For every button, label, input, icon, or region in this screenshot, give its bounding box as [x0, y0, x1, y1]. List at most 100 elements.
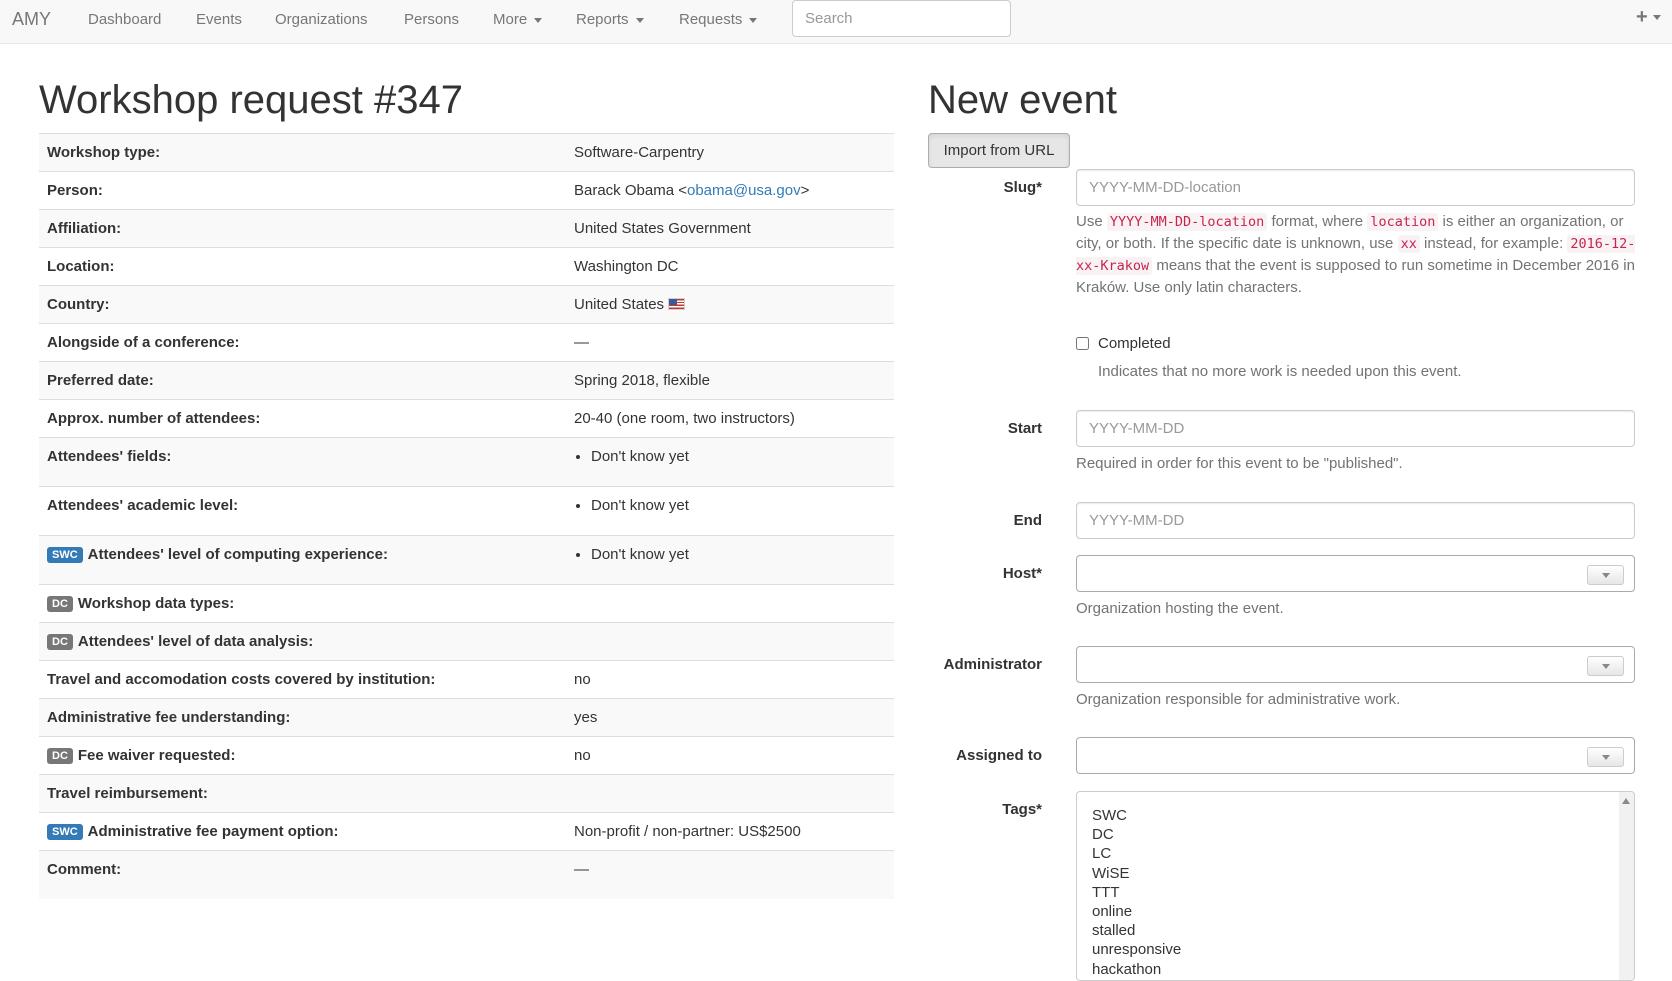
nav-more-label: More	[493, 11, 528, 28]
completed-help-text: Indicates that no more work is needed up…	[1098, 363, 1462, 380]
tags-scrollbar[interactable]	[1619, 792, 1634, 980]
nav-dashboard[interactable]: Dashboard	[88, 11, 161, 28]
row-label: Country:	[39, 285, 566, 324]
slug-help-text: Use YYYY-MM-DD-location format, where lo…	[1076, 211, 1636, 299]
tag-option-hackathon[interactable]: hackathon	[1092, 960, 1634, 979]
start-date-input[interactable]	[1076, 410, 1635, 447]
tags-multiselect[interactable]: SWC DC LC WiSE TTT online stalled unresp…	[1076, 791, 1635, 981]
us-flag-icon	[668, 298, 686, 310]
slug-input[interactable]	[1076, 169, 1635, 206]
administrator-label: Administrator	[943, 656, 1042, 673]
tag-option-lc[interactable]: LC	[1092, 844, 1634, 863]
row-value: 20-40 (one room, two instructors)	[566, 399, 894, 438]
country-name: United States	[574, 296, 665, 313]
nav-persons[interactable]: Persons	[404, 11, 459, 28]
row-label: Travel reimbursement:	[39, 774, 566, 813]
nav-more-dropdown[interactable]: More	[493, 11, 543, 28]
tag-option-wise[interactable]: WiSE	[1092, 864, 1634, 883]
list-item: Don't know yet	[591, 448, 886, 465]
row-value: no	[566, 736, 894, 775]
table-row: DC Workshop data types:	[39, 584, 894, 623]
help-text: format, where	[1267, 213, 1368, 230]
request-details-table: Workshop type: Software-Carpentry Person…	[39, 133, 894, 899]
nav-requests-dropdown[interactable]: Requests	[679, 11, 758, 28]
row-label: Workshop type:	[39, 133, 566, 172]
row-value: Don't know yet	[566, 486, 894, 536]
caret-down-icon	[534, 17, 543, 23]
dc-badge: DC	[47, 596, 73, 612]
completed-checkbox[interactable]	[1076, 337, 1089, 350]
row-label: Alongside of a conference:	[39, 323, 566, 362]
chevron-down-icon[interactable]	[1587, 565, 1624, 585]
row-label-text: Fee waiver requested:	[77, 747, 236, 764]
search-input[interactable]	[792, 0, 1011, 37]
row-value: Don't know yet	[566, 535, 894, 585]
dc-badge: DC	[47, 634, 73, 650]
row-value	[566, 622, 894, 661]
row-value	[566, 584, 894, 623]
assigned-to-label: Assigned to	[956, 747, 1042, 764]
row-label-text: Attendees' level of computing experience…	[87, 546, 388, 563]
nav-organizations[interactable]: Organizations	[275, 11, 368, 28]
tag-option-unresponsive[interactable]: unresponsive	[1092, 940, 1634, 959]
person-email-link[interactable]: obama@usa.gov	[687, 182, 801, 199]
administrator-help-text: Organization responsible for administrat…	[1076, 691, 1401, 708]
row-label: DC Attendees' level of data analysis:	[39, 622, 566, 661]
row-value: Barack Obama <obama@usa.gov>	[566, 171, 894, 210]
row-label: Person:	[39, 171, 566, 210]
row-label-text: Attendees' level of data analysis:	[77, 633, 314, 650]
nav-reports-label: Reports	[576, 11, 629, 28]
help-text: instead, for example:	[1419, 235, 1568, 252]
table-row: SWC Administrative fee payment option: No…	[39, 812, 894, 851]
code-location: location	[1367, 213, 1439, 231]
row-label: Affiliation:	[39, 209, 566, 248]
plus-icon: +	[1636, 6, 1648, 28]
table-row: Location: Washington DC	[39, 247, 894, 286]
row-value: United States	[566, 285, 894, 324]
row-label: Comment:	[39, 850, 566, 899]
caret-down-icon	[749, 17, 758, 23]
help-text: means that the event is supposed to run …	[1076, 257, 1635, 296]
row-label: Administrative fee understanding:	[39, 698, 566, 737]
tags-options: SWC DC LC WiSE TTT online stalled unresp…	[1077, 792, 1634, 979]
assigned-to-select[interactable]	[1076, 737, 1635, 774]
row-label-text: Administrative fee payment option:	[87, 823, 339, 840]
add-menu-dropdown[interactable]: +	[1636, 6, 1661, 29]
completed-label[interactable]: Completed	[1098, 335, 1171, 352]
table-row: Person: Barack Obama <obama@usa.gov>	[39, 171, 894, 210]
import-from-url-button[interactable]: Import from URL	[928, 133, 1070, 168]
table-row: Workshop type: Software-Carpentry	[39, 133, 894, 172]
tag-option-stalled[interactable]: stalled	[1092, 921, 1634, 940]
start-label: Start	[1007, 420, 1042, 437]
row-label: Travel and accomodation costs covered by…	[39, 660, 566, 699]
table-row: Comment: —	[39, 850, 894, 899]
row-value: —	[566, 850, 894, 899]
tag-option-dc[interactable]: DC	[1092, 825, 1634, 844]
tag-option-online[interactable]: online	[1092, 902, 1634, 921]
chevron-down-icon[interactable]	[1587, 656, 1624, 676]
row-value: United States Government	[566, 209, 894, 248]
caret-down-icon	[1652, 15, 1661, 21]
host-select[interactable]	[1076, 555, 1635, 592]
table-row: Attendees' fields: Don't know yet	[39, 437, 894, 487]
nav-events[interactable]: Events	[196, 11, 242, 28]
host-label: Host*	[1002, 565, 1042, 582]
row-label: Approx. number of attendees:	[39, 399, 566, 438]
help-text: Use	[1076, 213, 1107, 230]
nav-reports-dropdown[interactable]: Reports	[576, 11, 644, 28]
tag-option-swc[interactable]: SWC	[1092, 806, 1634, 825]
chevron-down-icon[interactable]	[1587, 747, 1624, 767]
tag-option-ttt[interactable]: TTT	[1092, 883, 1634, 902]
brand-logo[interactable]: AMY	[12, 9, 51, 30]
row-value	[566, 774, 894, 813]
row-value: Non-profit / non-partner: US$2500	[566, 812, 894, 851]
row-value: Don't know yet	[566, 437, 894, 487]
end-date-input[interactable]	[1076, 502, 1635, 539]
administrator-select[interactable]	[1076, 646, 1635, 683]
table-row: Approx. number of attendees: 20-40 (one …	[39, 399, 894, 438]
table-row: Travel and accomodation costs covered by…	[39, 660, 894, 699]
row-label: Attendees' fields:	[39, 437, 566, 487]
scroll-up-arrow-icon[interactable]	[1622, 798, 1630, 804]
row-label: SWC Administrative fee payment option:	[39, 812, 566, 851]
start-help-text: Required in order for this event to be "…	[1076, 455, 1403, 472]
